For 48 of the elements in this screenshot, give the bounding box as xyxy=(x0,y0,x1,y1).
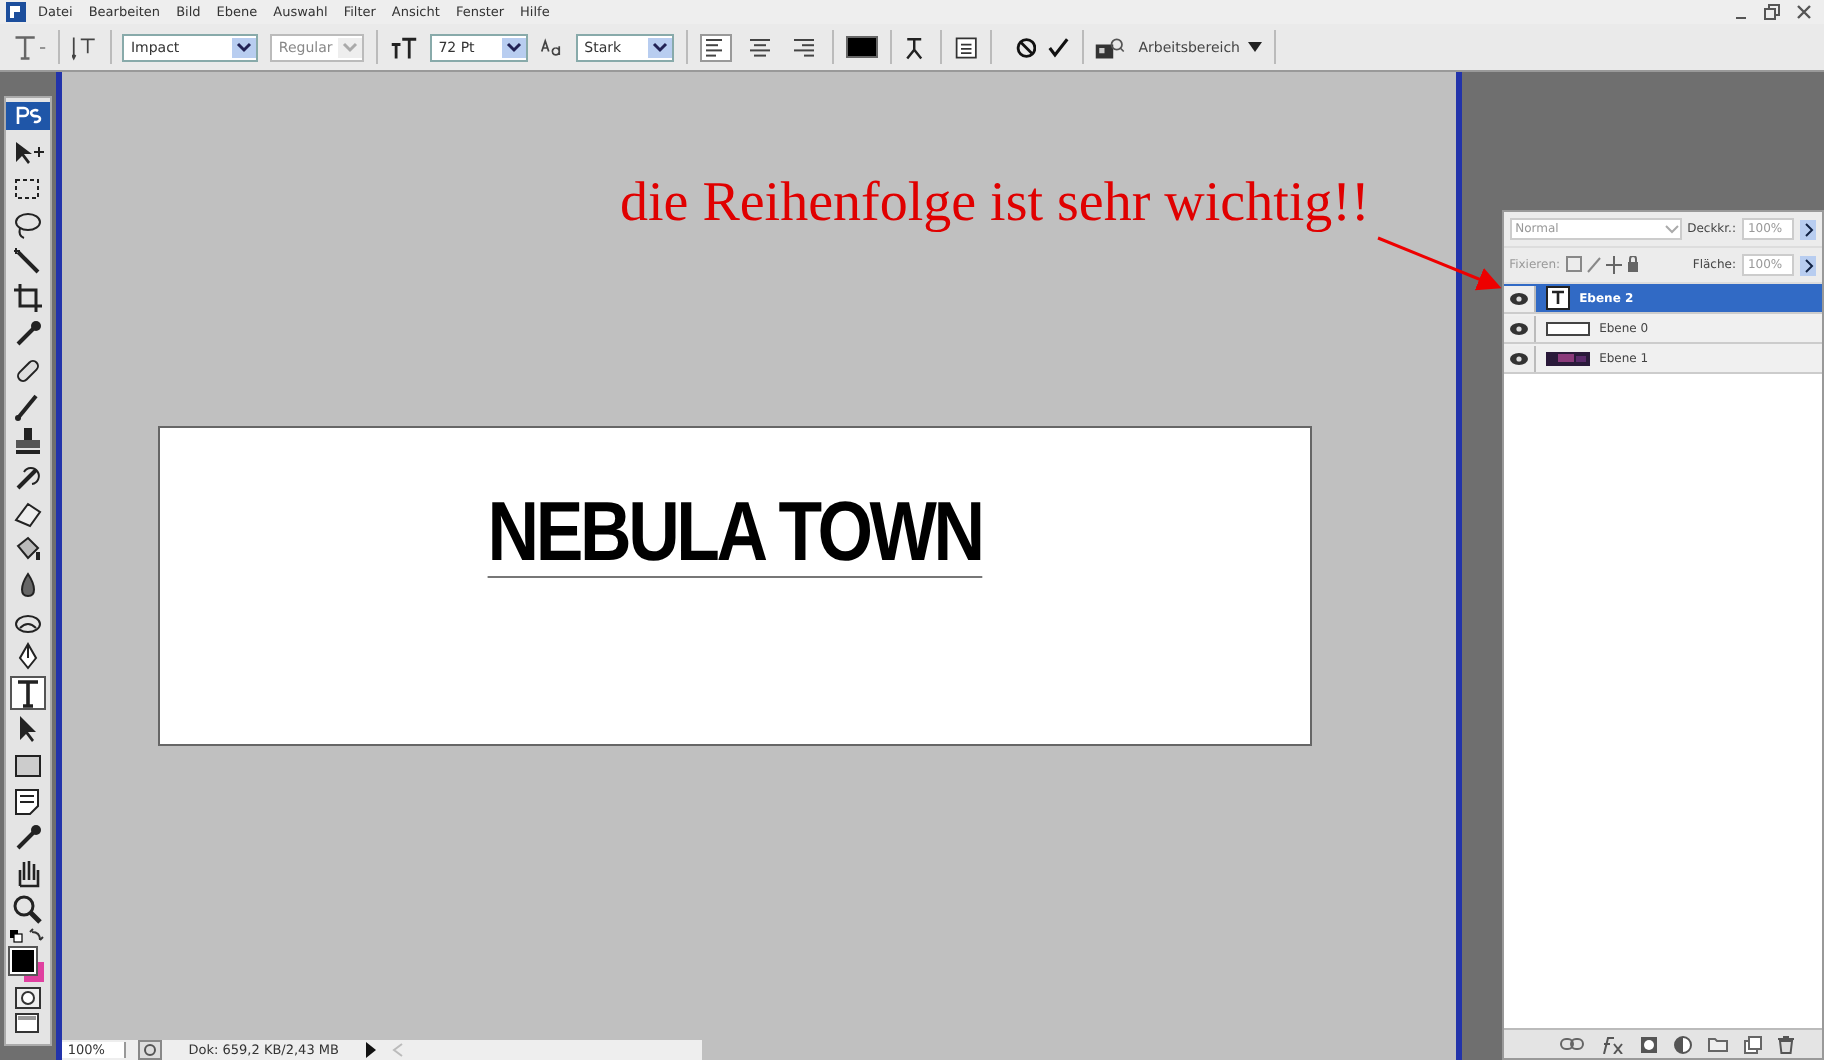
restore-icon[interactable] xyxy=(1764,4,1780,20)
layer-thumbnail xyxy=(1545,351,1590,365)
zoom-icon[interactable] xyxy=(10,892,46,926)
font-size-icon xyxy=(390,33,419,61)
align-lines-icon xyxy=(745,35,774,59)
effects-icon[interactable] xyxy=(1599,1035,1624,1053)
close-icon[interactable] xyxy=(1796,4,1812,20)
checkmark-icon[interactable] xyxy=(1048,35,1070,59)
palettes-icon[interactable] xyxy=(953,33,978,61)
app-logo-icon xyxy=(6,102,50,130)
play-arrow-icon[interactable] xyxy=(365,1042,378,1058)
stamp-icon[interactable] xyxy=(10,424,46,458)
new-layer-icon[interactable] xyxy=(1743,1035,1762,1053)
adjustment-icon[interactable] xyxy=(1673,1035,1692,1053)
refresh-icon[interactable] xyxy=(137,1040,162,1060)
annotation-text: die Reihenfolge ist sehr wichtig!! xyxy=(620,172,1370,236)
trash-icon[interactable] xyxy=(1777,1035,1794,1053)
antialias-icon xyxy=(539,37,565,57)
bridge-icon[interactable] xyxy=(1094,33,1127,61)
caret-icon xyxy=(1247,42,1262,52)
link-icon[interactable] xyxy=(1559,1038,1584,1050)
dropdown-arrow-icon xyxy=(501,37,526,57)
align-lines-icon xyxy=(789,35,818,59)
text-layer-thumbnail xyxy=(1545,286,1570,310)
align-button[interactable] xyxy=(699,33,732,61)
folder-icon[interactable] xyxy=(1707,1036,1728,1052)
crop-icon[interactable] xyxy=(10,280,46,314)
move-tool-icon[interactable] xyxy=(10,136,46,170)
text-color-swatch[interactable] xyxy=(845,36,878,58)
dropdown-arrow-icon xyxy=(232,37,257,57)
screen-mode-icon[interactable] xyxy=(14,1012,42,1036)
dropdown-arrow-icon xyxy=(338,37,363,57)
arrow-right-icon[interactable] xyxy=(1799,255,1816,275)
lasso-icon[interactable] xyxy=(10,208,46,242)
type-tool-icon[interactable] xyxy=(10,676,46,710)
dropdown-arrow-icon xyxy=(647,37,672,57)
arrow-right-icon[interactable] xyxy=(1799,219,1816,239)
default-colors-icon[interactable] xyxy=(8,928,48,946)
mask-icon[interactable] xyxy=(1639,1035,1658,1053)
quick-mask-icon[interactable] xyxy=(14,986,42,1010)
eye-icon[interactable] xyxy=(1503,285,1536,311)
caret-icon xyxy=(1663,223,1680,235)
lock-options-icon[interactable] xyxy=(1566,256,1639,274)
layer-thumbnail xyxy=(1545,321,1590,335)
foreground-color-swatch[interactable] xyxy=(10,948,36,974)
headline-text: NEBULA TOWN xyxy=(487,488,982,578)
cancel-icon[interactable] xyxy=(1015,35,1037,59)
app-logo-icon xyxy=(6,2,26,22)
